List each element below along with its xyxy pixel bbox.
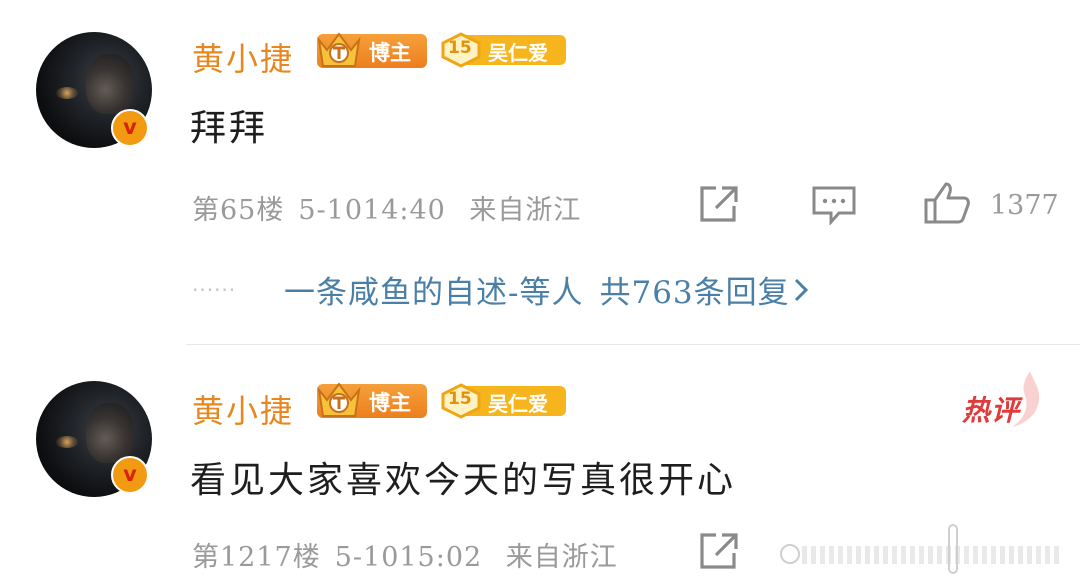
view-replies-link[interactable]: ······ 一条咸鱼的自述-等人 共763条回复 (192, 267, 810, 312)
like-icon[interactable] (922, 180, 972, 226)
reply-suffix: 等人 (519, 275, 584, 311)
reply-author[interactable]: 一条咸鱼的自述- (284, 275, 519, 311)
fan-badge[interactable]: 15 吴仁爱 (440, 383, 566, 419)
avatar-photo-light (56, 436, 78, 448)
comment-item: v 黄小捷 博主 15 吴仁爱 拜拜 第65楼 5-1014:40 来自浙江 13… (0, 0, 1080, 345)
comment-meta: 第65楼 5-1014:40 来自浙江 (192, 188, 595, 227)
like-count: 1377 (990, 190, 1059, 221)
reply-count[interactable]: 共763条回复 (599, 275, 789, 311)
watermark-logo-icon (780, 544, 800, 564)
crown-icon (317, 382, 361, 417)
crown-icon (317, 32, 361, 67)
blogger-badge: 博主 (317, 382, 427, 418)
fan-level: 15 (448, 389, 472, 409)
comment-location: 来自浙江 (505, 542, 618, 573)
share-icon[interactable] (698, 184, 742, 224)
avatar-photo-light (56, 87, 78, 99)
verified-icon: v (111, 109, 149, 147)
comment-text: 拜拜 (190, 108, 269, 149)
author-name[interactable]: 黄小捷 (192, 34, 294, 80)
fan-badge-label: 吴仁爱 (488, 392, 548, 416)
watermark-mark (948, 524, 958, 574)
author-name[interactable]: 黄小捷 (192, 386, 294, 432)
floor-number: 第1217楼 (192, 542, 321, 573)
chevron-right-icon (794, 278, 808, 301)
fan-badge-label: 吴仁爱 (488, 41, 548, 65)
fan-badge[interactable]: 15 吴仁爱 (440, 32, 566, 68)
watermark-overlay (772, 510, 1080, 587)
comment-time: 5-1015:02 (334, 542, 483, 573)
comment-location: 来自浙江 (469, 195, 582, 226)
blogger-badge-label: 博主 (369, 391, 411, 415)
share-icon[interactable] (698, 531, 742, 571)
comment-text: 看见大家喜欢今天的写真很开心 (190, 460, 737, 501)
hot-comment-label: 热评 (962, 394, 1021, 427)
watermark-text-blur (802, 546, 1062, 564)
hot-comment-badge: 热评 (962, 371, 1044, 427)
avatar-photo-figure (86, 403, 134, 463)
avatar-photo-figure (86, 54, 134, 114)
comment-icon[interactable] (811, 185, 857, 225)
blogger-badge-label: 博主 (369, 41, 411, 65)
fan-level: 15 (448, 38, 472, 58)
comment-meta: 第1217楼 5-1015:02 来自浙江 (192, 535, 632, 574)
verified-icon: v (111, 456, 149, 494)
floor-number: 第65楼 (192, 195, 285, 226)
reply-dots: ······ (192, 277, 237, 302)
blogger-badge: 博主 (317, 32, 427, 68)
comment-time: 5-1014:40 (298, 195, 446, 226)
